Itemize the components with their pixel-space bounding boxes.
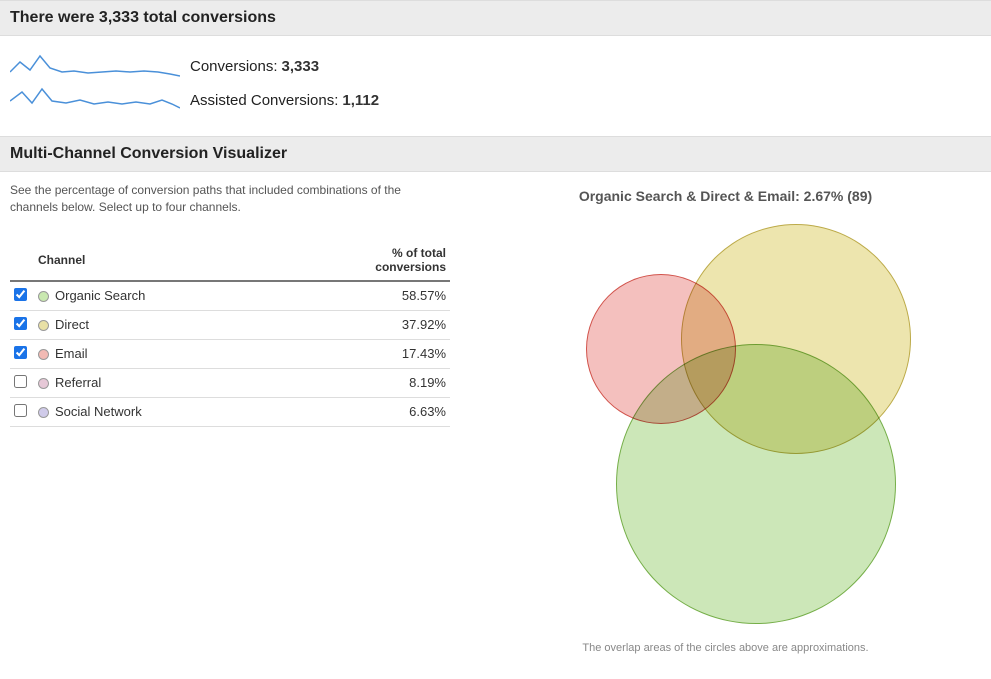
channel-color-dot — [38, 407, 49, 418]
channel-name: Social Network — [55, 404, 142, 419]
channel-pct: 58.57% — [281, 281, 450, 311]
channel-name: Direct — [55, 317, 89, 332]
venn-diagram — [491, 214, 961, 634]
col-channel: Channel — [34, 240, 281, 281]
conversions-label: Conversions: — [190, 58, 278, 75]
channel-pct: 8.19% — [281, 368, 450, 397]
sparkline-assisted — [10, 86, 180, 114]
channel-table: Channel % of total conversions Organic S… — [10, 240, 450, 427]
channel-color-dot — [38, 378, 49, 389]
channel-checkbox[interactable] — [14, 375, 27, 388]
channel-checkbox[interactable] — [14, 404, 27, 417]
channel-name: Organic Search — [55, 288, 145, 303]
conversions-value: 3,333 — [282, 58, 320, 75]
channel-pct: 6.63% — [281, 397, 450, 426]
col-checkbox — [10, 240, 34, 281]
channel-checkbox[interactable] — [14, 317, 27, 330]
col-pct: % of total conversions — [281, 240, 450, 281]
metric-assisted-row: Assisted Conversions: 1,112 — [10, 86, 981, 114]
assisted-value: 1,112 — [342, 92, 379, 109]
channel-pct: 17.43% — [281, 339, 450, 368]
table-row: Social Network 6.63% — [10, 397, 450, 426]
channel-color-dot — [38, 349, 49, 360]
venn-footnote: The overlap areas of the circles above a… — [470, 642, 981, 654]
assisted-label: Assisted Conversions: — [190, 92, 338, 109]
summary-metrics: Conversions: 3,333 Assisted Conversions:… — [0, 36, 991, 136]
table-row: Organic Search 58.57% — [10, 281, 450, 311]
table-row: Email 17.43% — [10, 339, 450, 368]
table-row: Direct 37.92% — [10, 310, 450, 339]
channel-color-dot — [38, 320, 49, 331]
venn-title: Organic Search & Direct & Email: 2.67% (… — [470, 188, 981, 204]
channel-checkbox[interactable] — [14, 288, 27, 301]
visualizer-heading: Multi-Channel Conversion Visualizer — [0, 136, 991, 172]
channel-checkbox[interactable] — [14, 346, 27, 359]
visualizer-intro: See the percentage of conversion paths t… — [10, 182, 430, 216]
channel-pct: 37.92% — [281, 310, 450, 339]
venn-circle-email — [586, 274, 736, 424]
metric-conversions-row: Conversions: 3,333 — [10, 52, 981, 80]
table-row: Referral 8.19% — [10, 368, 450, 397]
channel-name: Email — [55, 346, 88, 361]
sparkline-conversions — [10, 52, 180, 80]
channel-name: Referral — [55, 375, 101, 390]
summary-heading: There were 3,333 total conversions — [0, 0, 991, 36]
channel-color-dot — [38, 291, 49, 302]
